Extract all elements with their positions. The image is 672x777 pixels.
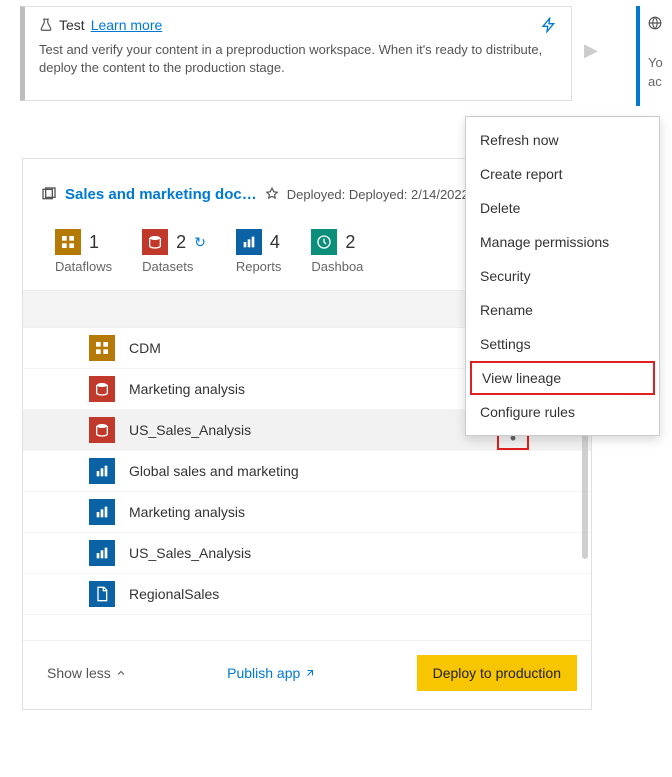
stat-count: 1 (89, 232, 99, 253)
right-strip-line1: Yo (648, 55, 663, 70)
deploy-icon (265, 187, 279, 201)
menu-item-create-report[interactable]: Create report (466, 157, 659, 191)
stat-count: 4 (270, 232, 280, 253)
item-name: Marketing analysis (129, 504, 245, 520)
learn-more-link[interactable]: Learn more (91, 17, 163, 33)
item-name: Global sales and marketing (129, 463, 299, 479)
next-stage-arrow[interactable]: ▶ (584, 40, 598, 61)
test-description: Test and verify your content in a prepro… (39, 41, 557, 77)
workspace-icon (41, 186, 57, 202)
dataset-icon (89, 376, 115, 402)
stat-dashboa: 2 Dashboa (311, 229, 363, 274)
workspace-footer: Show less Publish app Deploy to producti… (23, 640, 591, 709)
external-icon (304, 667, 316, 679)
report-icon (89, 540, 115, 566)
item-name: Marketing analysis (129, 381, 245, 397)
stat-count: 2 (345, 232, 355, 253)
menu-item-view-lineage[interactable]: View lineage (470, 361, 655, 395)
item-name: RegionalSales (129, 586, 219, 602)
context-menu: Refresh nowCreate reportDeleteManage per… (465, 116, 660, 436)
refresh-icon[interactable]: ↻ (194, 234, 206, 251)
stat-reports: 4 Reports (236, 229, 282, 274)
menu-item-delete[interactable]: Delete (466, 191, 659, 225)
menu-item-rename[interactable]: Rename (466, 293, 659, 327)
item-name: CDM (129, 340, 161, 356)
item-name: US_Sales_Analysis (129, 545, 251, 561)
list-item[interactable]: Global sales and marketing (23, 451, 591, 492)
workspace-name-link[interactable]: Sales and marketing doc… (65, 186, 257, 203)
menu-item-manage-permissions[interactable]: Manage permissions (466, 225, 659, 259)
globe-icon (648, 16, 672, 30)
right-strip-line2: ac (648, 74, 662, 89)
stat-label: Dashboa (311, 259, 363, 274)
test-title: Test (59, 17, 85, 33)
stat-label: Reports (236, 259, 282, 274)
stat-icon (55, 229, 81, 255)
menu-item-settings[interactable]: Settings (466, 327, 659, 361)
stat-dataflows: 1 Dataflows (55, 229, 112, 274)
stat-icon (236, 229, 262, 255)
report-icon (89, 499, 115, 525)
item-name: US_Sales_Analysis (129, 422, 251, 438)
flask-icon (39, 18, 53, 32)
stat-icon (142, 229, 168, 255)
production-stage-preview: Yo ac (636, 6, 672, 106)
show-less-button[interactable]: Show less (47, 665, 127, 681)
list-item[interactable]: Marketing analysis (23, 492, 591, 533)
menu-item-refresh-now[interactable]: Refresh now (466, 123, 659, 157)
dataset-icon (89, 417, 115, 443)
report-icon (89, 458, 115, 484)
list-item[interactable]: RegionalSales (23, 574, 591, 615)
publish-app-button[interactable]: Publish app (227, 665, 316, 681)
chevron-up-icon (115, 667, 127, 679)
stat-datasets: 2 ↻Datasets (142, 229, 206, 274)
test-stage-card: Test Learn more Test and verify your con… (20, 6, 572, 101)
paginated-icon (89, 581, 115, 607)
deploy-to-production-button[interactable]: Deploy to production (417, 655, 577, 691)
stat-label: Datasets (142, 259, 193, 274)
bolt-icon[interactable] (541, 17, 557, 33)
stat-icon (311, 229, 337, 255)
dataflow-icon (89, 335, 115, 361)
menu-item-configure-rules[interactable]: Configure rules (466, 395, 659, 429)
stat-count: 2 (176, 232, 186, 253)
stat-label: Dataflows (55, 259, 112, 274)
menu-item-security[interactable]: Security (466, 259, 659, 293)
list-item[interactable]: US_Sales_Analysis (23, 533, 591, 574)
